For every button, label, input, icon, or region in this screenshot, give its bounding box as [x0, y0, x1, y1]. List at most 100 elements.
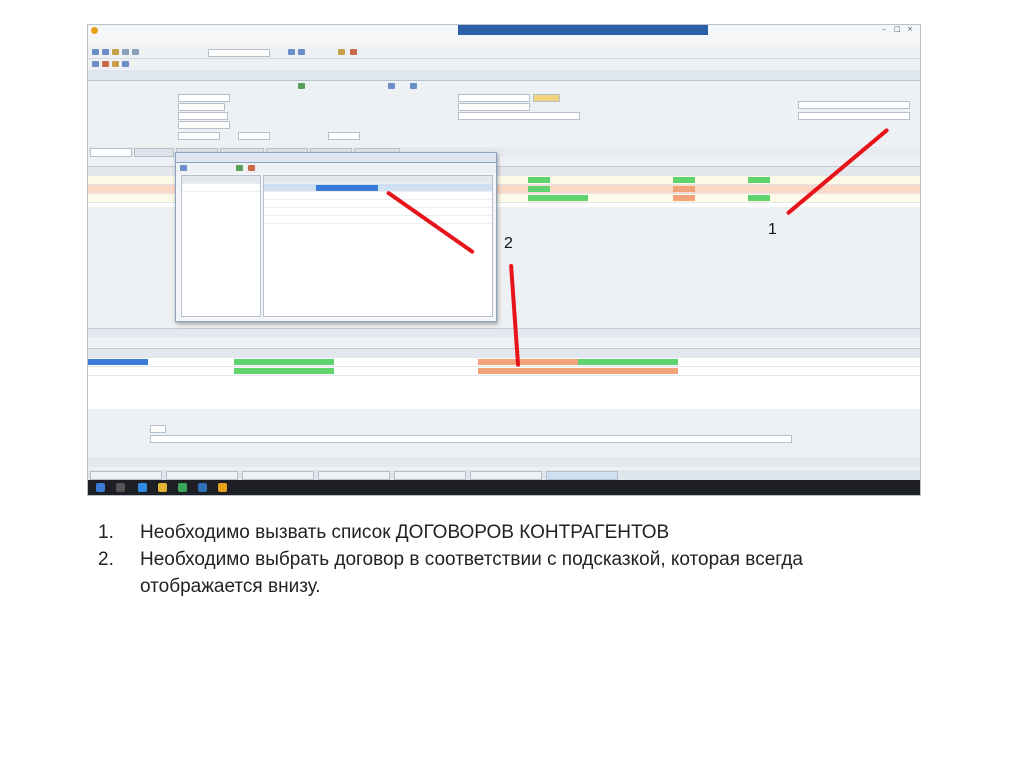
- explorer-icon[interactable]: [158, 483, 167, 492]
- app-tab[interactable]: [546, 471, 618, 480]
- currency-field[interactable]: [458, 103, 530, 111]
- toolbar-icon[interactable]: [350, 49, 357, 55]
- tab-services[interactable]: [134, 148, 174, 157]
- toolbar-icon[interactable]: [298, 83, 305, 89]
- status-cell: [673, 177, 695, 183]
- open-windows-bar: [88, 470, 920, 480]
- toolbar-icon[interactable]: [92, 61, 99, 67]
- maximize-icon[interactable]: □: [894, 25, 901, 33]
- screenshot-1c: – □ ×: [87, 24, 921, 496]
- status-cell: [673, 195, 695, 201]
- app-tab[interactable]: [394, 471, 466, 480]
- document-footer-form: [88, 411, 920, 456]
- table-row[interactable]: [88, 358, 920, 367]
- warehouse-field[interactable]: [458, 94, 530, 102]
- status-cell: [528, 195, 588, 201]
- 1c-app-icon[interactable]: [218, 483, 227, 492]
- toolbar-icon[interactable]: [112, 61, 119, 67]
- highlight-field[interactable]: [533, 94, 560, 102]
- contract-row-selected[interactable]: [264, 184, 492, 192]
- document-header-form: [88, 92, 920, 147]
- status-cell: [673, 186, 695, 192]
- callout-label-2: 2: [504, 235, 513, 252]
- table-row[interactable]: [88, 367, 920, 376]
- contract-row[interactable]: [264, 200, 492, 208]
- main-toolbar: [88, 47, 920, 59]
- app-tab[interactable]: [90, 471, 162, 480]
- counterparty-field[interactable]: [178, 112, 228, 120]
- app-tab[interactable]: [242, 471, 314, 480]
- minimize-icon[interactable]: –: [882, 25, 886, 33]
- organization-field[interactable]: [178, 103, 225, 111]
- instruction-item-2: 2. Необходимо выбрать договор в соответст…: [98, 546, 928, 600]
- tab-goods[interactable]: [90, 148, 132, 157]
- comment-field-wide[interactable]: [150, 435, 792, 443]
- warehouse-cell: [578, 359, 678, 365]
- warehouse-right-field[interactable]: [798, 101, 910, 109]
- status-cell: [748, 195, 770, 201]
- amount-field-3[interactable]: [328, 132, 360, 140]
- toolbar-icon[interactable]: [122, 49, 129, 55]
- list-header: [264, 176, 492, 184]
- windows-start-icon[interactable]: [96, 483, 105, 492]
- supplier-cell: [234, 359, 334, 365]
- instruction-list: 1. Необходимо вызвать список ДОГОВОРОВ КО…: [98, 519, 928, 600]
- document-command-bar: [88, 81, 920, 91]
- toolbar-icon[interactable]: [338, 49, 345, 55]
- contract-row[interactable]: [264, 216, 492, 224]
- date-cell: [88, 359, 148, 365]
- toolbar-icon[interactable]: [102, 61, 109, 67]
- toolbar-icon[interactable]: [132, 49, 139, 55]
- toolbar-icon[interactable]: [410, 83, 417, 89]
- contract-field[interactable]: [798, 112, 910, 120]
- order-field[interactable]: [178, 121, 230, 129]
- contracts-dialog-toolbar: [176, 163, 496, 173]
- document-tab-title[interactable]: [88, 70, 920, 81]
- toolbar-icon[interactable]: [248, 165, 255, 171]
- toolbar-icon[interactable]: [102, 49, 109, 55]
- toolbar-icon[interactable]: [92, 49, 99, 55]
- contracts-list: [263, 175, 493, 317]
- amount-field[interactable]: [178, 132, 220, 140]
- instruction-number: 1.: [98, 522, 114, 543]
- supplier-cell: [234, 368, 334, 374]
- app-logo-icon: [91, 27, 98, 34]
- browser-icon[interactable]: [138, 483, 147, 492]
- status-cell: [748, 177, 770, 183]
- search-input[interactable]: [208, 49, 270, 57]
- contract-cell: [478, 359, 578, 365]
- toolbar-icon[interactable]: [298, 49, 305, 55]
- status-cell: [528, 186, 550, 192]
- toolbar-icon[interactable]: [112, 49, 119, 55]
- comment-field[interactable]: [150, 425, 166, 433]
- responsible-field[interactable]: [458, 112, 580, 120]
- warehouse-cell: [578, 368, 678, 374]
- form-status-bar: [88, 457, 920, 467]
- toolbar-icon[interactable]: [388, 83, 395, 89]
- instruction-text: Необходимо вызвать список ДОГОВОРОВ КОНТ…: [140, 522, 670, 543]
- instruction-number: 2.: [98, 549, 114, 570]
- contract-name-cell: [316, 185, 378, 191]
- toolbar-icon[interactable]: [122, 61, 129, 67]
- remote-session-bar: [458, 25, 708, 35]
- toolbar-icon[interactable]: [180, 165, 187, 171]
- chrome-icon[interactable]: [178, 483, 187, 492]
- tree-item-contracts[interactable]: [182, 184, 260, 192]
- app-icon[interactable]: [198, 483, 207, 492]
- callout-label-1: 1: [768, 221, 777, 238]
- toolbar-icon[interactable]: [236, 165, 243, 171]
- amount-field-2[interactable]: [238, 132, 270, 140]
- contract-row[interactable]: [264, 192, 492, 200]
- contract-row[interactable]: [264, 208, 492, 216]
- main-menu[interactable]: [88, 37, 920, 47]
- windows-taskbar: [88, 480, 920, 495]
- app-tab[interactable]: [166, 471, 238, 480]
- app-tab[interactable]: [470, 471, 542, 480]
- close-icon[interactable]: ×: [907, 25, 913, 33]
- search-icon[interactable]: [116, 483, 125, 492]
- goods-totals-row: [88, 328, 920, 337]
- number-field[interactable]: [178, 94, 230, 102]
- app-tab[interactable]: [318, 471, 390, 480]
- contracts-dialog-title: [176, 153, 496, 163]
- toolbar-icon[interactable]: [288, 49, 295, 55]
